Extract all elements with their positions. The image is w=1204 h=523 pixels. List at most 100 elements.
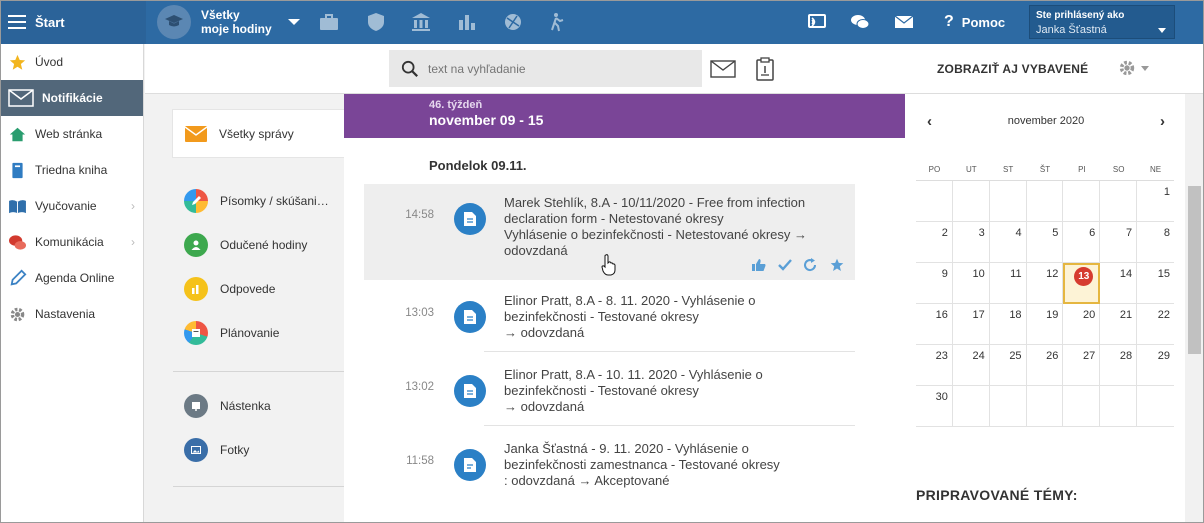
calendar-day[interactable]: 17 bbox=[952, 304, 990, 345]
sidebar: Úvod Notifikácie Web stránka Triedna kni… bbox=[0, 44, 144, 523]
calendar-day[interactable]: 22 bbox=[1137, 304, 1174, 345]
class-selector[interactable]: Všetky moje hodiny bbox=[157, 4, 300, 40]
chat-icon[interactable] bbox=[850, 12, 870, 32]
calendar-day[interactable]: 8 bbox=[1137, 222, 1174, 263]
scrollbar[interactable] bbox=[1185, 94, 1204, 523]
prev-month-button[interactable]: ‹ bbox=[927, 113, 932, 130]
day-number: 1 bbox=[1163, 186, 1170, 198]
calendar-day[interactable]: 15 bbox=[1137, 263, 1174, 304]
chat-bubbles-icon bbox=[8, 233, 27, 252]
calendar-day[interactable]: 1 bbox=[1137, 181, 1174, 222]
notification-item[interactable]: 13:03 Elinor Pratt, 8.A - 8. 11. 2020 - … bbox=[364, 280, 855, 351]
check-icon[interactable] bbox=[777, 258, 793, 272]
calendar-day[interactable]: 29 bbox=[1137, 345, 1174, 386]
calendar-day[interactable]: 10 bbox=[952, 263, 990, 304]
filter-label: Plánovanie bbox=[220, 326, 280, 340]
settings-dropdown[interactable] bbox=[1118, 59, 1149, 77]
show-completed-toggle[interactable]: ZOBRAZIŤ AJ VYBAVENÉ bbox=[937, 62, 1088, 76]
calendar-day[interactable]: 27 bbox=[1063, 345, 1101, 386]
refresh-icon[interactable] bbox=[803, 258, 819, 272]
help-button[interactable]: ? Pomoc bbox=[944, 13, 1005, 31]
user-account-dropdown[interactable]: Ste prihlásený ako Janka Šťastná bbox=[1029, 5, 1175, 39]
calendar-day[interactable]: 21 bbox=[1100, 304, 1138, 345]
calendar-grid: PO UT ST ŠT PI SO NE 1 2 3 4 5 6 7 8 9 10 11 12 13 14 15 16 17… bbox=[916, 159, 1174, 427]
cast-icon[interactable] bbox=[807, 12, 827, 32]
document-edit-icon bbox=[454, 449, 486, 481]
thumbs-up-icon[interactable] bbox=[751, 258, 767, 272]
calendar-day[interactable]: 24 bbox=[952, 345, 990, 386]
sidebar-item-nastavenia[interactable]: Nastavenia bbox=[0, 296, 143, 332]
calendar-day[interactable]: 11 bbox=[989, 263, 1027, 304]
calendar-day[interactable]: 14 bbox=[1100, 263, 1138, 304]
sidebar-item-web-stranka[interactable]: Web stránka bbox=[0, 116, 143, 152]
notification-item[interactable]: 11:58 Janka Šťastná - 9. 11. 2020 - Vyhl… bbox=[364, 426, 855, 499]
notification-item[interactable]: 13:02 Elinor Pratt, 8.A - 10. 11. 2020 -… bbox=[364, 352, 855, 425]
calendar-empty-cell bbox=[1026, 386, 1064, 427]
filter-all-messages[interactable]: Všetky správy bbox=[173, 110, 344, 157]
calendar-day[interactable]: 13 bbox=[1063, 263, 1101, 304]
notification-text: bezinfekčnosti - Testované okresy bbox=[504, 309, 699, 324]
sidebar-item-notifikacie[interactable]: Notifikácie bbox=[0, 80, 143, 116]
sidebar-item-komunikacia[interactable]: Komunikácia › bbox=[0, 224, 143, 260]
calendar-day[interactable]: 4 bbox=[989, 222, 1027, 263]
sidebar-item-vyucovanie[interactable]: Vyučovanie › bbox=[0, 188, 143, 224]
clipboard-icon[interactable] bbox=[755, 57, 775, 81]
calendar-day[interactable]: 5 bbox=[1026, 222, 1064, 263]
user-name: Janka Šťastná bbox=[1036, 24, 1107, 36]
envelope-icon bbox=[185, 125, 207, 142]
weekday-label: PI bbox=[1078, 165, 1086, 174]
sidebar-item-uvod[interactable]: Úvod bbox=[0, 44, 143, 80]
filter-answers[interactable]: Odpovede bbox=[173, 267, 344, 311]
start-menu-button[interactable]: Štart bbox=[0, 0, 146, 44]
envelope-icon[interactable] bbox=[710, 60, 736, 78]
briefcase-icon[interactable] bbox=[319, 12, 339, 32]
calendar-day[interactable]: 6 bbox=[1063, 222, 1101, 263]
day-number: 29 bbox=[1157, 350, 1170, 362]
notification-item[interactable]: 14:58 Marek Stehlík, 8.A - 10/11/2020 - … bbox=[364, 184, 855, 280]
search-input[interactable] bbox=[428, 61, 688, 76]
chart-icon[interactable] bbox=[457, 12, 477, 32]
calendar-day[interactable]: 16 bbox=[916, 304, 953, 345]
day-number: 22 bbox=[1157, 309, 1170, 321]
notification-count-badge: 13 bbox=[1074, 267, 1094, 286]
calendar-day[interactable]: 3 bbox=[952, 222, 990, 263]
weekday-label: PO bbox=[928, 165, 941, 174]
notification-time: 13:03 bbox=[405, 307, 434, 319]
filter-taught-lessons[interactable]: Odučené hodiny bbox=[173, 223, 344, 267]
next-month-button[interactable]: › bbox=[1160, 113, 1165, 130]
search-box[interactable] bbox=[389, 50, 702, 87]
sidebar-item-triedna-kniha[interactable]: Triedna kniha bbox=[0, 152, 143, 188]
filter-photos[interactable]: Fotky bbox=[173, 428, 344, 472]
filter-notice-board[interactable]: Nástenka bbox=[173, 384, 344, 428]
sidebar-item-agenda-online[interactable]: Agenda Online bbox=[0, 260, 143, 296]
calendar-day[interactable]: 25 bbox=[989, 345, 1027, 386]
mail-icon[interactable] bbox=[894, 12, 914, 32]
scrollbar-thumb[interactable] bbox=[1188, 186, 1201, 354]
filter-tests[interactable]: Písomky / skúšani… bbox=[173, 179, 344, 223]
filter-planning[interactable]: Plánovanie bbox=[173, 311, 344, 355]
calendar-day[interactable]: 23 bbox=[916, 345, 953, 386]
calendar-day[interactable]: 2 bbox=[916, 222, 953, 263]
walking-icon[interactable] bbox=[548, 12, 568, 32]
calendar-day[interactable]: 19 bbox=[1026, 304, 1064, 345]
school-icon[interactable] bbox=[411, 12, 431, 32]
weekday-header: PO UT ST ŠT PI SO NE bbox=[916, 159, 1174, 181]
week-range: november 09 - 15 bbox=[429, 112, 544, 128]
shield-icon[interactable] bbox=[366, 12, 386, 32]
weekday-label: SO bbox=[1112, 165, 1125, 174]
notification-text: Elinor Pratt, 8.A - 10. 11. 2020 - Vyhlá… bbox=[504, 367, 763, 382]
notification-time: 11:58 bbox=[406, 455, 434, 467]
calendar-day[interactable]: 20 bbox=[1063, 304, 1101, 345]
calendar-empty-cell bbox=[916, 181, 953, 222]
calendar-day[interactable]: 7 bbox=[1100, 222, 1138, 263]
calendar-day[interactable]: 18 bbox=[989, 304, 1027, 345]
star-icon[interactable] bbox=[829, 258, 845, 272]
calendar-day[interactable]: 28 bbox=[1100, 345, 1138, 386]
calendar-empty-cell bbox=[989, 386, 1027, 427]
calendar-day[interactable]: 26 bbox=[1026, 345, 1064, 386]
photo-icon bbox=[184, 438, 208, 462]
ball-icon[interactable] bbox=[503, 12, 523, 32]
calendar-day[interactable]: 12 bbox=[1026, 263, 1064, 304]
calendar-day[interactable]: 9 bbox=[916, 263, 953, 304]
calendar-day[interactable]: 30 bbox=[916, 386, 953, 427]
